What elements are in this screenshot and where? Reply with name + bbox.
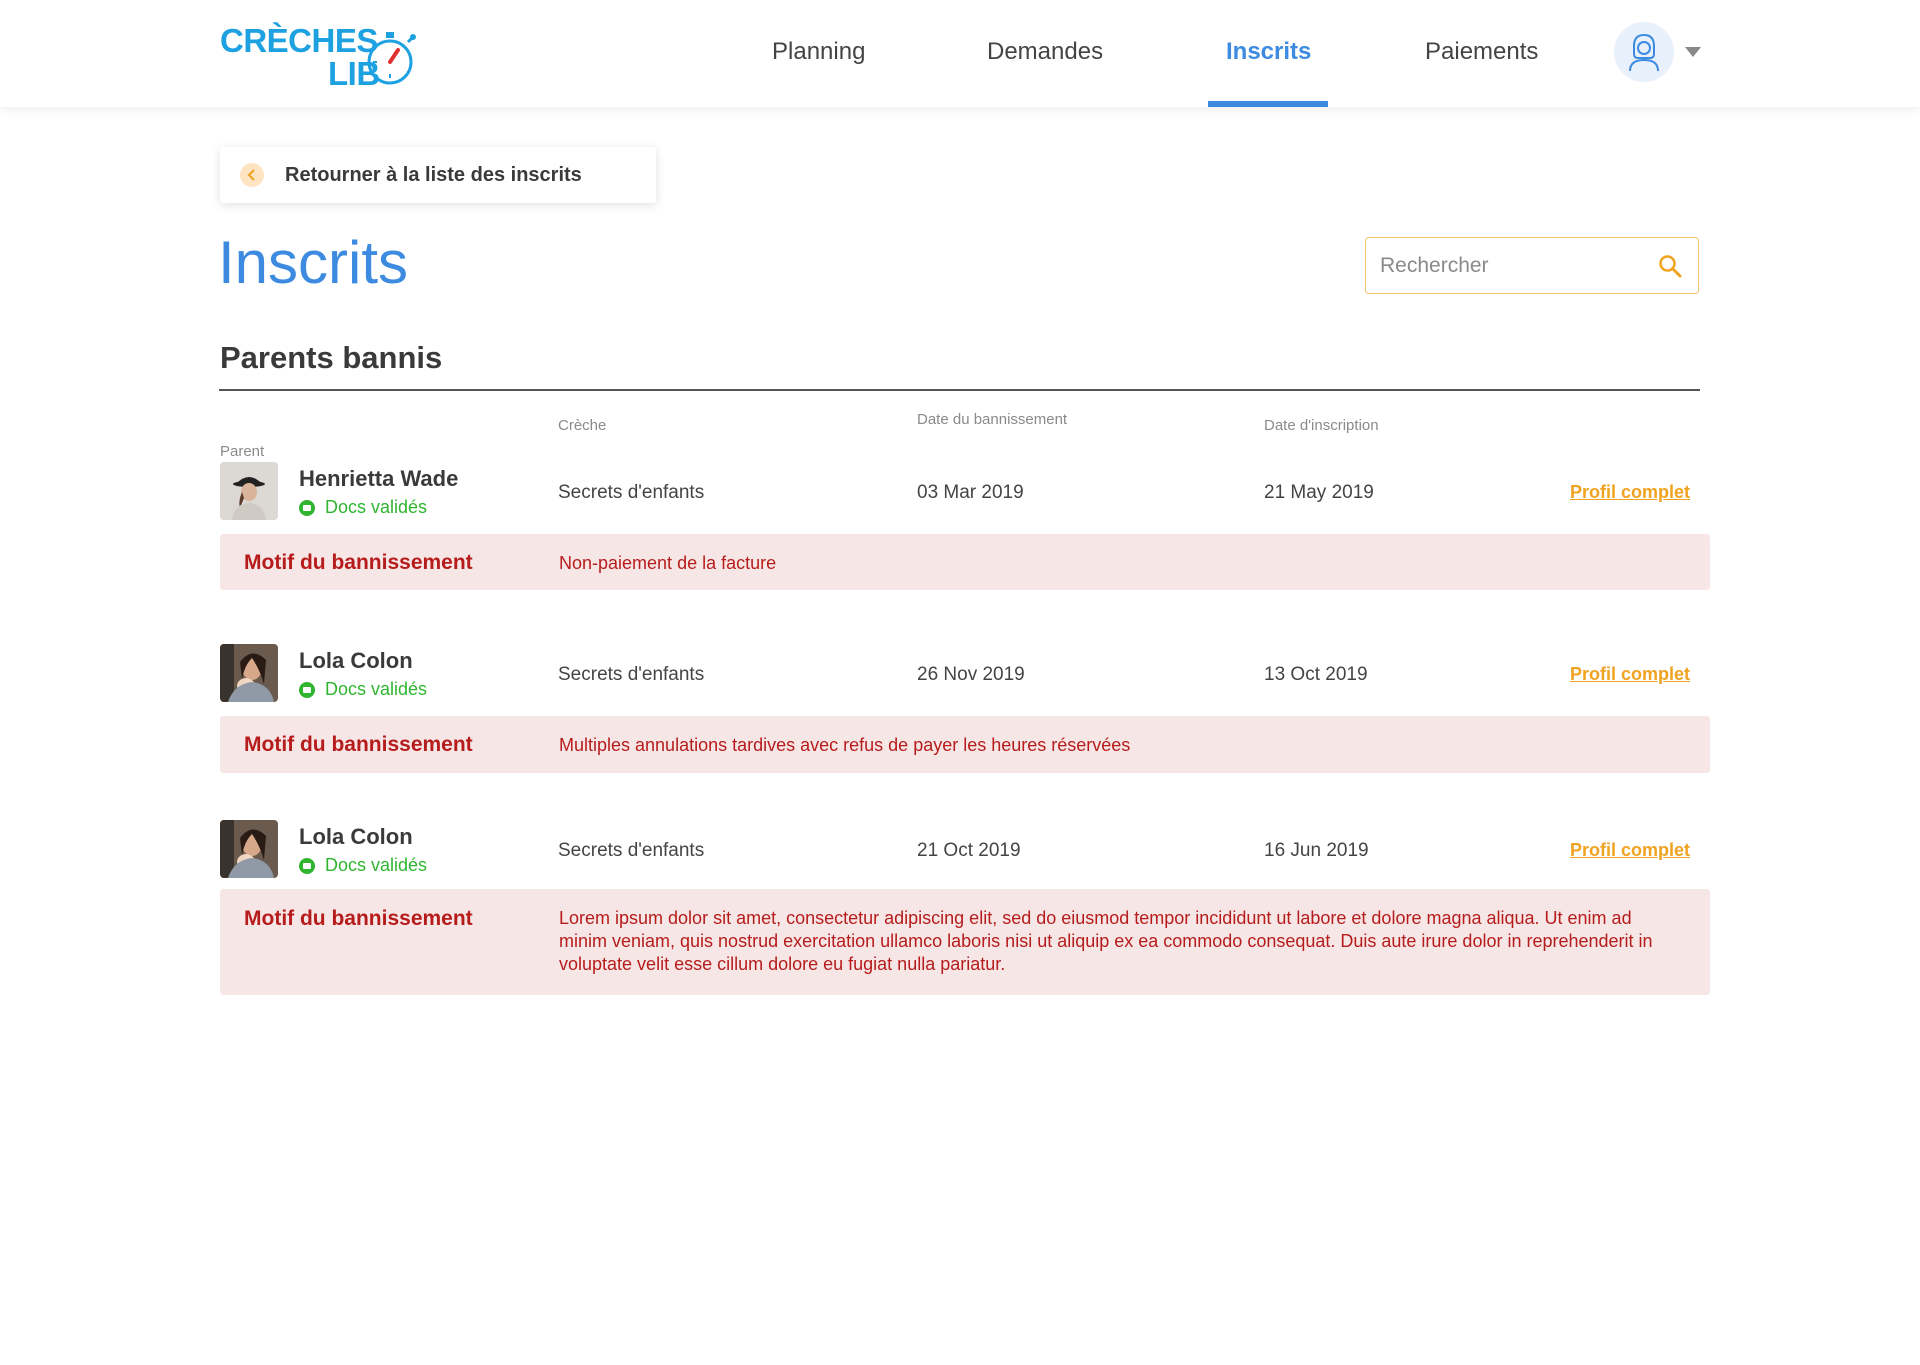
nav-demandes[interactable]: Demandes [987, 38, 1103, 107]
nav-active-indicator [1208, 101, 1328, 107]
docs-validated-icon [299, 858, 315, 874]
docs-status: Docs validés [325, 497, 428, 517]
parent-photo [220, 820, 278, 878]
parent-name: Henrietta Wade [299, 466, 459, 491]
docs-status: Docs validés [325, 679, 428, 699]
logo[interactable]: CRÈCHES LIB [218, 22, 423, 92]
parent-photo [220, 462, 278, 520]
creche-name: Secrets d'enfants [558, 840, 705, 861]
ban-reason-label: Motif du bannissement [244, 907, 473, 930]
ban-reason-label: Motif du bannissement [244, 733, 473, 756]
search-input[interactable] [1380, 250, 1650, 282]
column-header-parent: Parent [220, 443, 265, 460]
signup-date: 16 Jun 2019 [1264, 840, 1369, 861]
docs-status: Docs validés [325, 855, 428, 875]
profile-link[interactable]: Profil complet [1570, 664, 1690, 685]
parent-name: Lola Colon [299, 824, 413, 849]
docs-validated-icon [299, 500, 315, 516]
search-icon[interactable] [1658, 254, 1682, 278]
ban-date: 26 Nov 2019 [917, 664, 1025, 685]
search-box [1365, 237, 1699, 294]
ban-reason-box: Motif du bannissement Multiples annulati… [220, 716, 1710, 773]
user-avatar[interactable] [1614, 22, 1674, 82]
profile-link[interactable]: Profil complet [1570, 840, 1690, 861]
ban-reason-box: Motif du bannissement Lorem ipsum dolor … [220, 889, 1710, 995]
stopwatch-icon [367, 32, 416, 85]
user-icon [1629, 33, 1659, 72]
ban-reason-box: Motif du bannissement Non-paiement de la… [220, 534, 1710, 590]
docs-validated-icon [299, 682, 315, 698]
signup-date: 21 May 2019 [1264, 482, 1374, 503]
top-header: CRÈCHES LIB Planning Demandes Inscrits P… [0, 0, 1920, 107]
profile-link[interactable]: Profil complet [1570, 482, 1690, 503]
section-title: Parents bannis [220, 340, 443, 375]
section-divider [219, 389, 1700, 391]
parent-name: Lola Colon [299, 648, 413, 673]
ban-reason-text: Non-paiement de la facture [559, 553, 777, 573]
page-title: Inscrits [218, 229, 409, 296]
ban-reason-text: Multiples annulations tardives avec refu… [559, 735, 1131, 755]
parent-photo [220, 644, 278, 702]
ban-reason-text: Lorem ipsum dolor sit amet, consectetur … [559, 908, 1653, 974]
ban-date: 21 Oct 2019 [917, 840, 1021, 861]
user-menu-caret-icon[interactable] [1685, 47, 1701, 57]
nav-paiements[interactable]: Paiements [1425, 38, 1538, 107]
signup-date: 13 Oct 2019 [1264, 664, 1368, 685]
chevron-left-icon [240, 163, 264, 187]
nav-planning[interactable]: Planning [772, 38, 865, 107]
back-to-list-button[interactable]: Retourner à la liste des inscrits [220, 147, 656, 203]
ban-reason-label: Motif du bannissement [244, 551, 473, 574]
nav-inscrits[interactable]: Inscrits [1226, 38, 1311, 107]
creche-name: Secrets d'enfants [558, 664, 705, 685]
back-button-label: Retourner à la liste des inscrits [285, 164, 582, 186]
column-header-creche: Crèche [558, 417, 607, 434]
ban-date: 03 Mar 2019 [917, 482, 1024, 503]
column-header-signup-date: Date d'inscription [1264, 417, 1379, 434]
creche-name: Secrets d'enfants [558, 482, 705, 503]
column-header-ban-date: Date du bannissement [917, 411, 1068, 428]
